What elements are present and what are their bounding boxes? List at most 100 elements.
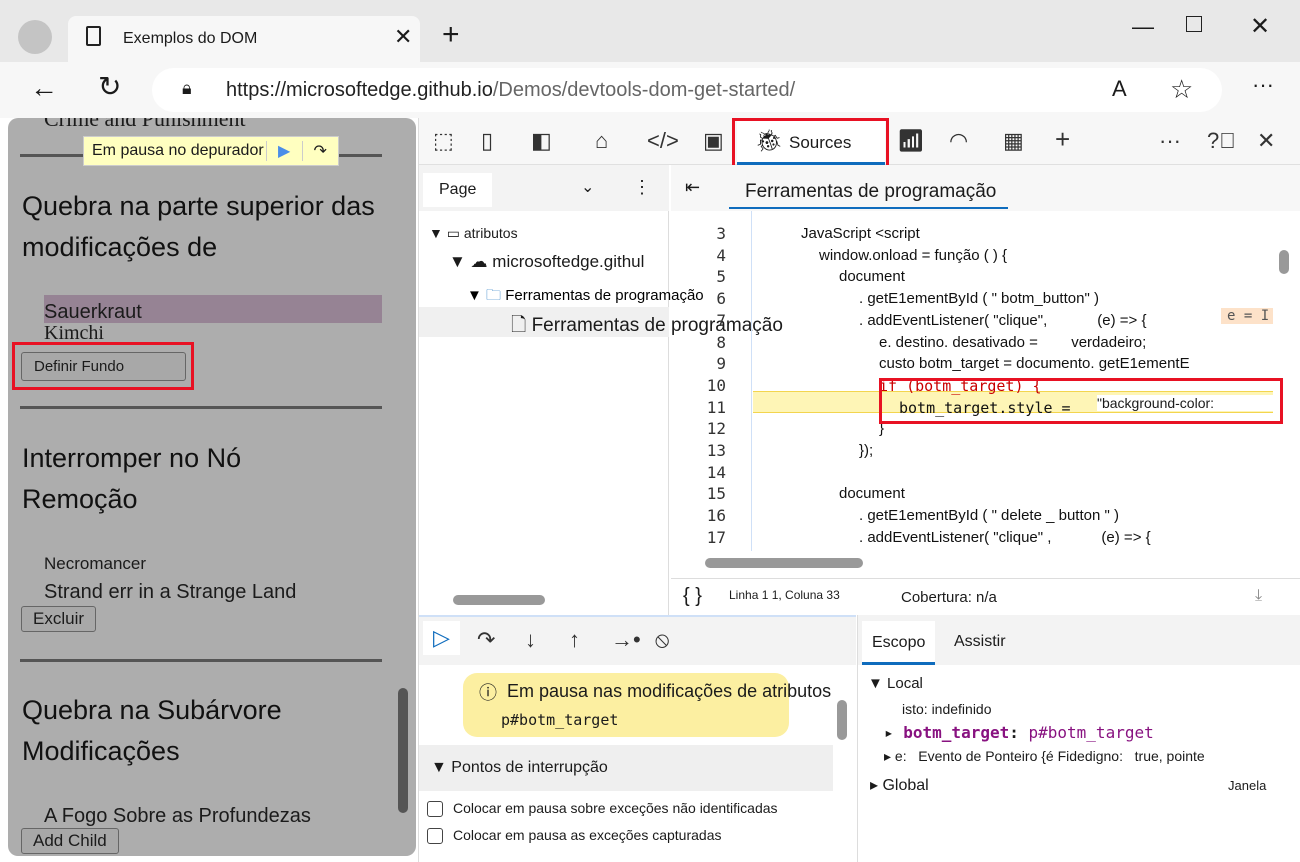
line-number[interactable]: 4 [671,246,726,265]
chevron-down-icon[interactable]: ⌄ [581,177,594,197]
more-options-icon[interactable]: ··· [1159,128,1181,154]
tab-scope[interactable]: Escopo [862,621,936,665]
line-number[interactable]: 8 [671,333,726,352]
device-emulation-icon[interactable]: ▯ [481,128,493,154]
memory-icon[interactable]: ▦ [1003,128,1024,154]
read-aloud-icon[interactable]: A [1112,76,1127,102]
pause-caught-checkbox[interactable]: Colocar em pausa as exceções capturadas [427,827,721,845]
coverage: Cobertura: n/a [901,589,997,606]
paused-overlay: Em pausa no depurador ▶ ↷ [83,136,339,166]
minimize-button[interactable]: — [1132,14,1154,40]
navigator-tab-page[interactable]: Page [423,173,493,207]
line-number[interactable]: 13 [671,441,726,460]
step-over-icon[interactable]: ↷ [301,141,338,161]
browser-tab[interactable]: Exemplos do DOM ✕ [68,16,420,62]
step-into-icon[interactable]: ↓ [525,627,536,653]
maximize-button[interactable] [1186,16,1202,32]
welcome-home-icon[interactable]: ⌂ [595,128,608,154]
status-bar: { } Linha 1 1, Coluna 33 Cobertura: n/a … [671,578,1300,614]
line-number[interactable]: 14 [671,463,726,482]
cut-title: Crime and Punishment [44,118,246,131]
resume-icon[interactable]: ▷ [423,621,460,655]
close-devtools-icon[interactable]: ✕ [1257,128,1275,154]
highlight-box [732,118,889,168]
dock-icon[interactable]: ◧ [531,128,552,154]
breakpoints-header[interactable]: ▼ Pontos de interrupção [419,745,833,791]
url-host: https://microsoftedge.github.io [226,79,493,101]
line-number[interactable]: 10 [671,376,726,395]
close-tab-icon[interactable]: ✕ [394,24,412,50]
inspect-icon[interactable]: ⬚ [433,128,454,154]
line-number[interactable]: 17 [671,528,726,547]
line-number[interactable]: 3 [671,224,726,243]
scope-this: isto: indefinido [902,701,992,717]
url-path: /Demos/devtools-dom-get-started/ [492,79,796,101]
item-necromancer: Necromancer [44,554,147,573]
new-tab-button[interactable]: + [442,18,460,52]
debugger-toolbar: ▷ ↷ ↓ ↑ →• ⦸ [419,615,856,665]
kebab-menu-icon[interactable]: ⋮ [633,177,651,198]
tree-item[interactable]: ▼ ▭ atributos [429,225,518,242]
console-icon[interactable]: ▣ [703,128,724,154]
page-icon [86,26,101,46]
scope-e[interactable]: ▸ e: Evento de Ponteiro {é Fidedigno: tr… [884,748,1205,765]
scope-local[interactable]: ▼ Local [868,675,923,692]
navigator-hscroll[interactable] [453,595,545,605]
lower-vscroll[interactable] [837,700,847,740]
step-icon[interactable]: →• [611,627,641,653]
back-icon[interactable]: ← [30,72,58,104]
code-line: document [839,268,905,286]
line-number[interactable]: 12 [671,419,726,438]
scope-global[interactable]: ▸ Global [870,775,929,795]
step-out-icon[interactable]: ↑ [569,627,580,653]
line-number[interactable]: 5 [671,267,726,286]
line-number[interactable]: 16 [671,506,726,525]
editor-vscroll[interactable] [1279,250,1289,274]
editor: ⇤ Ferramentas de programação 3 JavaScript… [671,165,1300,615]
pretty-print-icon[interactable]: { } [683,585,702,608]
section1-title: Quebra na parte superior das modificaçõe… [22,191,375,262]
deactivate-breakpoints-icon[interactable]: ⦸ [655,627,669,653]
scope-botm-target[interactable]: ▸ botm_target: p#botm_target [884,723,1154,742]
item-fire: A Fogo Sobre as Profundezas [44,805,311,827]
scope-global-value: Janela [1228,778,1267,793]
code-line: }); [859,442,874,459]
more-tools-icon[interactable]: + [1055,124,1070,155]
profile-avatar[interactable] [18,20,52,54]
lock-icon: 🔒︎ [182,78,192,98]
title-bar: Exemplos do DOM ✕ + — ✕ [0,0,1300,62]
tab-watch[interactable]: Assistir [954,633,1006,651]
url-bar[interactable]: 🔒︎ https://microsoftedge.github.io/Demos… [152,68,1222,112]
toggle-navigator-icon[interactable]: ⇤ [685,177,700,198]
line-number[interactable]: 9 [671,354,726,373]
line-number[interactable]: 7 [671,311,726,330]
add-child-button[interactable]: Add Child [21,828,119,854]
more-icon[interactable]: ··· [1252,72,1274,98]
code-line: . getE1ementById ( " botm_button" ) [859,290,1099,308]
info-icon: ⓘ [479,683,497,703]
editor-tab[interactable]: Ferramentas de programação [729,181,1009,209]
download-icon[interactable]: ⤓ [1255,587,1262,605]
page-scrollbar[interactable] [398,688,408,813]
tree-item[interactable]: ▼ ☁ microsoftedge.githul [449,252,644,272]
pause-uncaught-checkbox[interactable]: Colocar em pausa sobre exceções não iden… [427,800,778,818]
performance-icon[interactable]: ◠ [949,128,968,154]
paused-target: p#botm_target [501,711,619,729]
help-icon[interactable]: ?⃝ [1207,128,1236,154]
delete-button[interactable]: Excluir [21,606,97,632]
refresh-icon[interactable]: ↻ [98,70,121,103]
code-line: . getE1ementById ( " delete _ button " ) [859,507,1119,525]
line-number[interactable]: 6 [671,289,726,308]
cursor-position: Linha 1 1, Coluna 33 [729,588,840,602]
code-line: . addEventListener( "clique" , (e) => { [859,528,1151,546]
item-stranger: Strand err in a Strange Land [44,581,297,603]
network-icon[interactable]: 📶︎ [897,128,925,154]
favorite-star-icon[interactable]: ☆ [1170,74,1193,105]
line-number[interactable]: 15 [671,484,726,503]
resume-icon[interactable]: ▶ [265,141,302,161]
line-number[interactable]: 11 [671,398,726,417]
step-over-icon[interactable]: ↷ [477,627,495,653]
elements-icon[interactable]: </> [647,128,679,154]
editor-hscroll[interactable] [705,558,863,568]
close-window-button[interactable]: ✕ [1250,12,1270,41]
